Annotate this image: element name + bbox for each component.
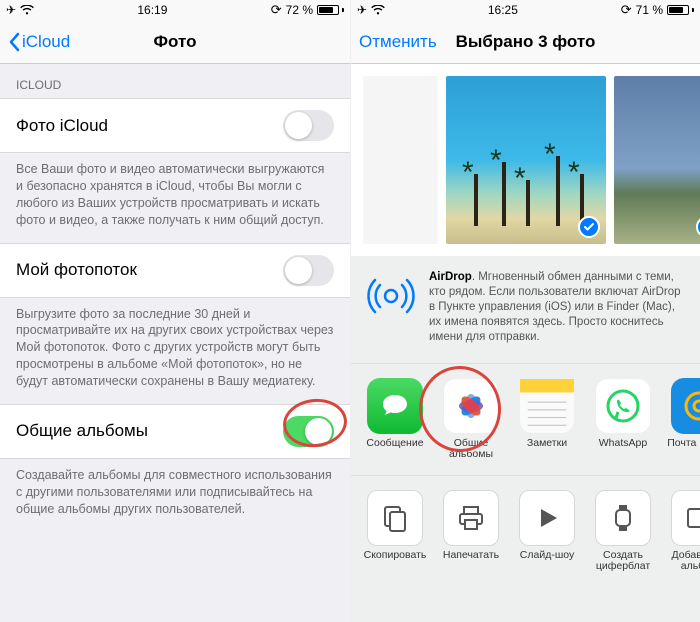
add-album-icon: [671, 490, 700, 546]
airdrop-description: AirDrop. Мгновенный обмен данными с теми…: [429, 270, 686, 345]
battery-icon: [667, 5, 694, 15]
nav-bar: iCloud Фото: [0, 20, 350, 64]
settings-screen: ✈︎ 16:19 ⟳ 72 % iCloud Фото ICLOUD Фото …: [0, 0, 351, 622]
row-photo-icloud[interactable]: Фото iCloud: [0, 98, 350, 153]
row-label: Мой фотопоток: [16, 260, 137, 280]
share-app-shared-albums[interactable]: Общие альбомы: [439, 378, 503, 461]
toggle-shared-albums[interactable]: [283, 416, 334, 447]
print-icon: [443, 490, 499, 546]
airplane-icon: ✈︎: [357, 3, 367, 17]
share-actions-row: Скопировать Напечатать Слайд-шоу Создать…: [351, 476, 700, 587]
photo-thumbnails: [351, 64, 700, 256]
share-sheet-screen: ✈︎ 16:25 ⟳ 71 % Отменить Выбрано 3 фото: [351, 0, 700, 622]
status-bar: ✈︎ 16:25 ⟳ 71 %: [351, 0, 700, 20]
nav-bar: Отменить Выбрано 3 фото: [351, 20, 700, 64]
notes-icon: [519, 378, 575, 434]
action-copy[interactable]: Скопировать: [363, 490, 427, 573]
action-print[interactable]: Напечатать: [439, 490, 503, 573]
imessage-icon: [367, 378, 423, 434]
share-app-imessage[interactable]: Сообщение: [363, 378, 427, 461]
rotation-lock-icon: ⟳: [271, 2, 282, 18]
rotation-lock-icon: ⟳: [621, 2, 632, 18]
wifi-icon: [371, 5, 385, 15]
cancel-button[interactable]: Отменить: [359, 32, 437, 52]
row-footer: Все Ваши фото и видео автоматически выгр…: [0, 153, 350, 243]
row-photostream[interactable]: Мой фотопоток: [0, 243, 350, 298]
section-header: ICLOUD: [0, 64, 350, 98]
action-watchface[interactable]: Создать циферблат: [591, 490, 655, 573]
toggle-photostream[interactable]: [283, 255, 334, 286]
airplane-icon: ✈︎: [6, 3, 16, 17]
status-bar: ✈︎ 16:19 ⟳ 72 %: [0, 0, 350, 20]
action-add-album[interactable]: Добавить в альбом: [667, 490, 700, 573]
row-label: Общие альбомы: [16, 421, 148, 441]
share-sheet: AirDrop. Мгновенный обмен данными с теми…: [351, 256, 700, 622]
battery-pct: 71 %: [636, 3, 663, 17]
airdrop-icon: [365, 270, 417, 322]
toggle-photo-icloud[interactable]: [283, 110, 334, 141]
photos-icon: [443, 378, 499, 434]
checkmark-icon: [696, 216, 700, 238]
photo-thumb[interactable]: [363, 76, 438, 244]
status-time: 16:19: [34, 3, 271, 17]
share-app-notes[interactable]: Заметки: [515, 378, 579, 461]
action-slideshow[interactable]: Слайд-шоу: [515, 490, 579, 573]
row-footer: Создавайте альбомы для совместного испол…: [0, 459, 350, 532]
watch-icon: [595, 490, 651, 546]
play-icon: [519, 490, 575, 546]
share-app-whatsapp[interactable]: WhatsApp: [591, 378, 655, 461]
photo-thumb-selected[interactable]: [446, 76, 606, 244]
battery-pct: 72 %: [286, 3, 313, 17]
row-shared-albums[interactable]: Общие альбомы: [0, 404, 350, 459]
wifi-icon: [20, 5, 34, 15]
mailru-icon: [671, 378, 700, 434]
airdrop-row[interactable]: AirDrop. Мгновенный обмен данными с теми…: [351, 256, 700, 364]
back-label: iCloud: [22, 32, 70, 52]
share-apps-row: Сообщение Общие альбомы Заметки WhatsApp…: [351, 364, 700, 476]
row-label: Фото iCloud: [16, 116, 108, 136]
row-footer: Выгрузите фото за последние 30 дней и пр…: [0, 298, 350, 404]
whatsapp-icon: [595, 378, 651, 434]
battery-icon: [317, 5, 344, 15]
checkmark-icon: [578, 216, 600, 238]
copy-icon: [367, 490, 423, 546]
photo-thumb-selected[interactable]: [614, 76, 700, 244]
status-time: 16:25: [385, 3, 621, 17]
back-button[interactable]: iCloud: [8, 32, 70, 52]
chevron-left-icon: [8, 32, 20, 52]
share-app-mailru[interactable]: Почта Mail.ru: [667, 378, 700, 461]
